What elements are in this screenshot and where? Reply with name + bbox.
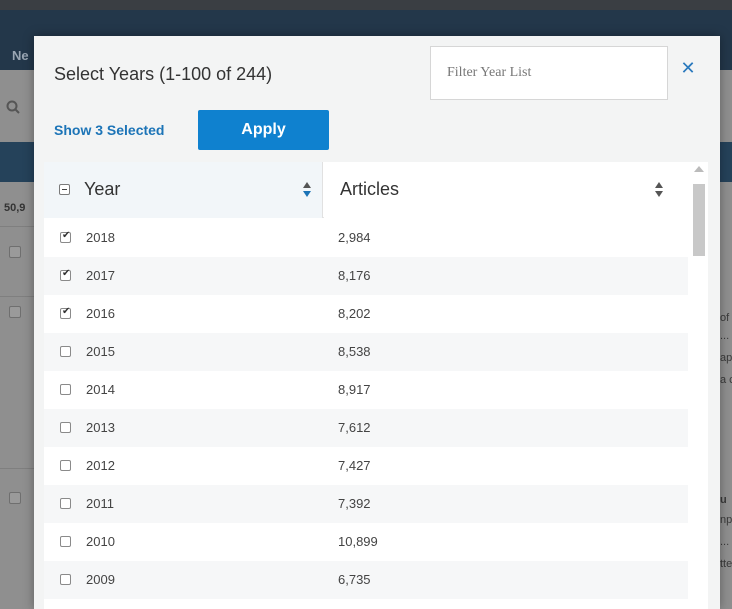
background-divider	[0, 468, 34, 469]
background-snippet: of	[720, 312, 730, 324]
background-snippet: ...	[720, 330, 730, 342]
background-snippet: u	[720, 494, 727, 506]
articles-sort-icon[interactable]	[654, 182, 664, 198]
row-year: 2011	[86, 496, 114, 511]
table-row[interactable]: 2014 8,917	[44, 371, 688, 409]
select-years-dialog: Select Years (1-100 of 244) ✕ Show 3 Sel…	[34, 36, 720, 609]
background-snippet: ap	[720, 352, 732, 364]
background-snippet: np	[720, 514, 732, 526]
table-row[interactable]: 2015 8,538	[44, 333, 688, 371]
table-row[interactable]: 2018 2,984	[44, 219, 688, 257]
scroll-up-arrow-icon[interactable]	[694, 166, 704, 172]
background-nav-text: Ne	[12, 48, 29, 63]
row-year: 2018	[86, 230, 115, 245]
filter-year-input[interactable]	[430, 46, 668, 100]
row-articles: 8,176	[338, 268, 371, 283]
year-header-label: Year	[84, 179, 121, 199]
table-header: Year Articles	[44, 162, 688, 218]
row-articles: 7,612	[338, 420, 371, 435]
row-year: 2010	[86, 534, 115, 549]
table-row[interactable]: 2010 10,899	[44, 523, 688, 561]
row-articles: 2,984	[338, 230, 371, 245]
articles-column-header[interactable]: Articles	[324, 162, 688, 218]
row-checkbox[interactable]	[60, 574, 71, 585]
background-search-icon	[6, 100, 20, 119]
row-checkbox[interactable]	[60, 498, 71, 509]
background-result-count: 50,9	[4, 202, 26, 214]
background-topbar	[0, 0, 732, 10]
years-table: Year Articles 2018 2,984 2017 8,176 2016 8,20…	[44, 162, 708, 609]
table-row[interactable]: 2016 8,202	[44, 295, 688, 333]
row-checkbox[interactable]	[60, 460, 71, 471]
row-year: 2012	[86, 458, 115, 473]
background-checkbox	[9, 246, 21, 258]
table-row[interactable]: 2012 7,427	[44, 447, 688, 485]
background-snippet: a c	[720, 374, 732, 386]
row-year: 2014	[86, 382, 115, 397]
row-articles: 7,392	[338, 496, 371, 511]
background-divider	[0, 296, 34, 297]
table-row[interactable]: 2009 6,735	[44, 561, 688, 599]
row-year: 2017	[86, 268, 115, 283]
background-snippet: ...	[720, 536, 730, 548]
row-articles: 8,917	[338, 382, 371, 397]
year-column-header[interactable]: Year	[44, 162, 323, 218]
table-scrollbar[interactable]	[690, 162, 708, 609]
row-checkbox[interactable]	[60, 346, 71, 357]
apply-button[interactable]: Apply	[198, 110, 329, 150]
background-divider	[0, 226, 34, 227]
table-body: 2018 2,984 2017 8,176 2016 8,202 2015 8,538 2014…	[44, 219, 688, 599]
table-row[interactable]: 2011 7,392	[44, 485, 688, 523]
table-row[interactable]: 2017 8,176	[44, 257, 688, 295]
background-checkbox	[9, 492, 21, 504]
row-checkbox[interactable]	[60, 422, 71, 433]
row-year: 2015	[86, 344, 115, 359]
row-articles: 7,427	[338, 458, 371, 473]
select-all-checkbox[interactable]	[59, 184, 70, 195]
row-checkbox[interactable]	[60, 230, 71, 243]
row-checkbox[interactable]	[60, 536, 71, 547]
row-articles: 10,899	[338, 534, 378, 549]
row-year: 2016	[86, 306, 115, 321]
row-articles: 8,538	[338, 344, 371, 359]
row-articles: 6,735	[338, 572, 371, 587]
background-checkbox	[9, 306, 21, 318]
close-icon[interactable]: ✕	[678, 56, 698, 80]
row-checkbox[interactable]	[60, 306, 71, 319]
dialog-title: Select Years (1-100 of 244)	[54, 64, 273, 84]
row-checkbox[interactable]	[60, 384, 71, 395]
row-year: 2013	[86, 420, 115, 435]
row-articles: 8,202	[338, 306, 371, 321]
scroll-thumb[interactable]	[693, 184, 705, 256]
year-sort-icon[interactable]	[302, 182, 312, 198]
row-year: 2009	[86, 572, 115, 587]
table-row[interactable]: 2013 7,612	[44, 409, 688, 447]
articles-header-label: Articles	[340, 179, 400, 199]
background-snippet: tte	[720, 558, 732, 570]
row-checkbox[interactable]	[60, 268, 71, 281]
show-selected-link[interactable]: Show 3 Selected	[54, 122, 164, 138]
